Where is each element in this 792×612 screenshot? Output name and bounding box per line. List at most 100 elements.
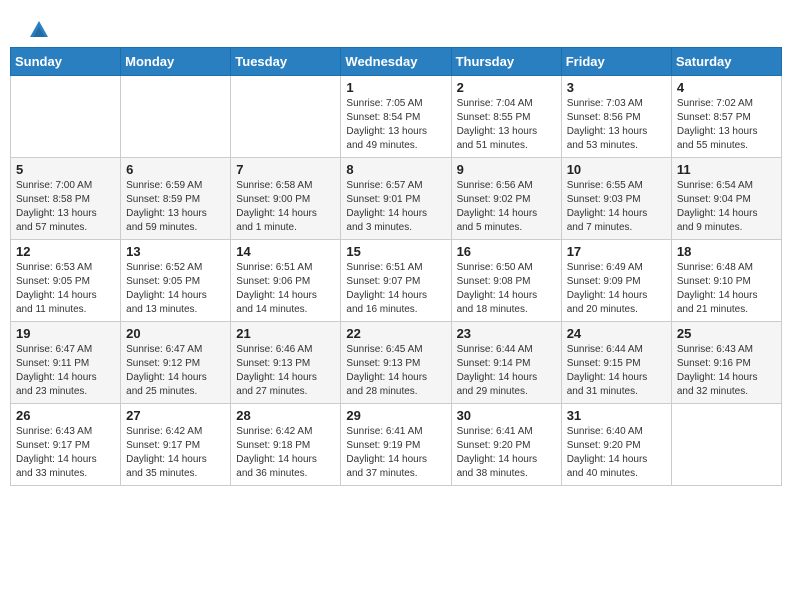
calendar-cell: 3 Sunrise: 7:03 AMSunset: 8:56 PMDaylight… xyxy=(561,75,671,157)
day-info: Sunrise: 7:03 AMSunset: 8:56 PMDaylight:… xyxy=(567,97,666,153)
calendar-cell: 8 Sunrise: 6:57 AMSunset: 9:01 PMDaylight… xyxy=(341,157,451,239)
day-info: Sunrise: 6:52 AMSunset: 9:05 PMDaylight:… xyxy=(126,261,225,317)
day-info: Sunrise: 6:43 AMSunset: 9:17 PMDaylight:… xyxy=(16,425,115,481)
day-info: Sunrise: 6:48 AMSunset: 9:10 PMDaylight:… xyxy=(677,261,776,317)
day-info: Sunrise: 6:58 AMSunset: 9:00 PMDaylight:… xyxy=(236,179,335,235)
day-number: 15 xyxy=(346,244,445,259)
calendar-cell: 13 Sunrise: 6:52 AMSunset: 9:05 PMDayligh… xyxy=(121,239,231,321)
calendar-cell: 28Sunrise: 6:42 AMSunset: 9:18 PMDayligh… xyxy=(231,403,341,485)
weekday-header-monday: Monday xyxy=(121,47,231,75)
calendar-cell: 18Sunrise: 6:48 AMSunset: 9:10 PMDayligh… xyxy=(671,239,781,321)
calendar-week-row: 12 Sunrise: 6:53 AMSunset: 9:05 PMDayligh… xyxy=(11,239,782,321)
logo-icon xyxy=(28,19,50,41)
day-number: 29 xyxy=(346,408,445,423)
calendar-cell: 29 Sunrise: 6:41 AMSunset: 9:19 PMDayligh… xyxy=(341,403,451,485)
calendar-cell: 16Sunrise: 6:50 AMSunset: 9:08 PMDayligh… xyxy=(451,239,561,321)
weekday-header-thursday: Thursday xyxy=(451,47,561,75)
calendar-cell: 7 Sunrise: 6:58 AMSunset: 9:00 PMDaylight… xyxy=(231,157,341,239)
calendar-cell: 23Sunrise: 6:44 AMSunset: 9:14 PMDayligh… xyxy=(451,321,561,403)
calendar-cell: 26 Sunrise: 6:43 AMSunset: 9:17 PMDayligh… xyxy=(11,403,121,485)
calendar-cell: 22 Sunrise: 6:45 AMSunset: 9:13 PMDayligh… xyxy=(341,321,451,403)
day-info: Sunrise: 6:42 AMSunset: 9:17 PMDaylight:… xyxy=(126,425,225,481)
day-number: 14 xyxy=(236,244,335,259)
calendar-cell: 9 Sunrise: 6:56 AMSunset: 9:02 PMDaylight… xyxy=(451,157,561,239)
weekday-header-wednesday: Wednesday xyxy=(341,47,451,75)
day-number: 22 xyxy=(346,326,445,341)
day-number: 25 xyxy=(677,326,776,341)
day-number: 9 xyxy=(457,162,556,177)
calendar-cell xyxy=(11,75,121,157)
day-info: Sunrise: 6:49 AMSunset: 9:09 PMDaylight:… xyxy=(567,261,666,317)
calendar-cell xyxy=(121,75,231,157)
calendar-cell: 4Sunrise: 7:02 AMSunset: 8:57 PMDaylight… xyxy=(671,75,781,157)
day-number: 13 xyxy=(126,244,225,259)
calendar-cell: 19 Sunrise: 6:47 AMSunset: 9:11 PMDayligh… xyxy=(11,321,121,403)
day-info: Sunrise: 6:46 AMSunset: 9:13 PMDaylight:… xyxy=(236,343,335,399)
day-number: 6 xyxy=(126,162,225,177)
day-number: 20 xyxy=(126,326,225,341)
day-info: Sunrise: 6:50 AMSunset: 9:08 PMDaylight:… xyxy=(457,261,556,317)
day-number: 30 xyxy=(457,408,556,423)
weekday-header-tuesday: Tuesday xyxy=(231,47,341,75)
day-number: 10 xyxy=(567,162,666,177)
day-info: Sunrise: 6:57 AMSunset: 9:01 PMDaylight:… xyxy=(346,179,445,235)
day-info: Sunrise: 7:00 AMSunset: 8:58 PMDaylight:… xyxy=(16,179,115,235)
calendar-cell: 27 Sunrise: 6:42 AMSunset: 9:17 PMDayligh… xyxy=(121,403,231,485)
day-info: Sunrise: 6:56 AMSunset: 9:02 PMDaylight:… xyxy=(457,179,556,235)
day-number: 5 xyxy=(16,162,115,177)
calendar-cell xyxy=(231,75,341,157)
day-number: 26 xyxy=(16,408,115,423)
calendar-cell: 21Sunrise: 6:46 AMSunset: 9:13 PMDayligh… xyxy=(231,321,341,403)
calendar-cell: 30 Sunrise: 6:41 AMSunset: 9:20 PMDayligh… xyxy=(451,403,561,485)
day-number: 12 xyxy=(16,244,115,259)
day-info: Sunrise: 6:53 AMSunset: 9:05 PMDaylight:… xyxy=(16,261,115,317)
calendar-cell: 24Sunrise: 6:44 AMSunset: 9:15 PMDayligh… xyxy=(561,321,671,403)
calendar-header-row: SundayMondayTuesdayWednesdayThursdayFrid… xyxy=(11,47,782,75)
calendar-cell xyxy=(671,403,781,485)
logo xyxy=(20,18,50,41)
day-number: 7 xyxy=(236,162,335,177)
day-info: Sunrise: 6:41 AMSunset: 9:20 PMDaylight:… xyxy=(457,425,556,481)
day-info: Sunrise: 6:51 AMSunset: 9:07 PMDaylight:… xyxy=(346,261,445,317)
day-info: Sunrise: 7:05 AMSunset: 8:54 PMDaylight:… xyxy=(346,97,445,153)
calendar-table: SundayMondayTuesdayWednesdayThursdayFrid… xyxy=(10,47,782,486)
day-number: 23 xyxy=(457,326,556,341)
day-info: Sunrise: 6:47 AMSunset: 9:12 PMDaylight:… xyxy=(126,343,225,399)
calendar-cell: 11 Sunrise: 6:54 AMSunset: 9:04 PMDayligh… xyxy=(671,157,781,239)
day-info: Sunrise: 6:44 AMSunset: 9:15 PMDaylight:… xyxy=(567,343,666,399)
day-number: 31 xyxy=(567,408,666,423)
day-info: Sunrise: 6:47 AMSunset: 9:11 PMDaylight:… xyxy=(16,343,115,399)
day-number: 11 xyxy=(677,162,776,177)
day-number: 8 xyxy=(346,162,445,177)
day-info: Sunrise: 6:55 AMSunset: 9:03 PMDaylight:… xyxy=(567,179,666,235)
day-info: Sunrise: 6:45 AMSunset: 9:13 PMDaylight:… xyxy=(346,343,445,399)
weekday-header-saturday: Saturday xyxy=(671,47,781,75)
day-number: 17 xyxy=(567,244,666,259)
day-info: Sunrise: 6:42 AMSunset: 9:18 PMDaylight:… xyxy=(236,425,335,481)
calendar-week-row: 5 Sunrise: 7:00 AMSunset: 8:58 PMDaylight… xyxy=(11,157,782,239)
calendar-cell: 14 Sunrise: 6:51 AMSunset: 9:06 PMDayligh… xyxy=(231,239,341,321)
day-info: Sunrise: 6:51 AMSunset: 9:06 PMDaylight:… xyxy=(236,261,335,317)
calendar-week-row: 19 Sunrise: 6:47 AMSunset: 9:11 PMDayligh… xyxy=(11,321,782,403)
calendar-cell: 17 Sunrise: 6:49 AMSunset: 9:09 PMDayligh… xyxy=(561,239,671,321)
day-number: 1 xyxy=(346,80,445,95)
day-info: Sunrise: 6:43 AMSunset: 9:16 PMDaylight:… xyxy=(677,343,776,399)
calendar-week-row: 26 Sunrise: 6:43 AMSunset: 9:17 PMDayligh… xyxy=(11,403,782,485)
day-number: 19 xyxy=(16,326,115,341)
day-info: Sunrise: 6:54 AMSunset: 9:04 PMDaylight:… xyxy=(677,179,776,235)
weekday-header-friday: Friday xyxy=(561,47,671,75)
calendar-cell: 6 Sunrise: 6:59 AMSunset: 8:59 PMDaylight… xyxy=(121,157,231,239)
weekday-header-sunday: Sunday xyxy=(11,47,121,75)
day-info: Sunrise: 6:40 AMSunset: 9:20 PMDaylight:… xyxy=(567,425,666,481)
calendar-cell: 31 Sunrise: 6:40 AMSunset: 9:20 PMDayligh… xyxy=(561,403,671,485)
calendar-week-row: 1 Sunrise: 7:05 AMSunset: 8:54 PMDaylight… xyxy=(11,75,782,157)
calendar-cell: 20 Sunrise: 6:47 AMSunset: 9:12 PMDayligh… xyxy=(121,321,231,403)
calendar-cell: 10 Sunrise: 6:55 AMSunset: 9:03 PMDayligh… xyxy=(561,157,671,239)
day-info: Sunrise: 6:41 AMSunset: 9:19 PMDaylight:… xyxy=(346,425,445,481)
day-number: 3 xyxy=(567,80,666,95)
day-number: 27 xyxy=(126,408,225,423)
calendar-cell: 25 Sunrise: 6:43 AMSunset: 9:16 PMDayligh… xyxy=(671,321,781,403)
day-number: 4 xyxy=(677,80,776,95)
day-info: Sunrise: 7:04 AMSunset: 8:55 PMDaylight:… xyxy=(457,97,556,153)
day-info: Sunrise: 6:59 AMSunset: 8:59 PMDaylight:… xyxy=(126,179,225,235)
